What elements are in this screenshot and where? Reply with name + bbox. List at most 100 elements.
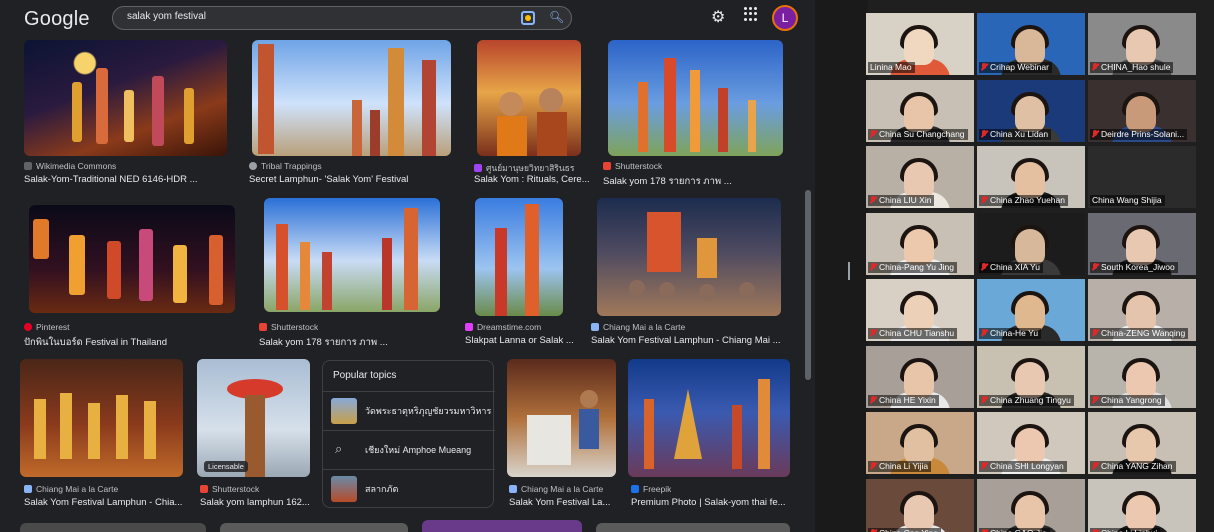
lens-icon[interactable] bbox=[521, 11, 535, 25]
result-image-7[interactable] bbox=[475, 198, 563, 316]
participant-name: China Wang Shijia bbox=[1090, 195, 1165, 206]
participant-tile[interactable]: China SHI Longyan bbox=[977, 412, 1085, 474]
participant-tile[interactable]: Linina Mao bbox=[866, 13, 974, 75]
result-image-6[interactable] bbox=[264, 198, 440, 312]
participant-tile[interactable]: China HE Yixin bbox=[866, 345, 974, 408]
participant-tile[interactable]: China Li Linhui bbox=[1088, 478, 1196, 532]
result-image-13[interactable] bbox=[20, 523, 206, 532]
participant-tile[interactable]: China-Pang Yu Jing bbox=[866, 212, 974, 275]
participant-tile[interactable]: Crihap Webinar bbox=[977, 13, 1085, 75]
result-image-9[interactable] bbox=[20, 359, 183, 477]
result-image-5[interactable] bbox=[29, 205, 235, 313]
participant-tile[interactable]: CHINA_Hao shule bbox=[1088, 13, 1196, 75]
search-icon: ⌕ bbox=[335, 441, 343, 456]
site-favicon bbox=[24, 162, 32, 170]
result-source-8[interactable]: Chiang Mai a la Carte bbox=[591, 322, 685, 332]
result-image-2[interactable] bbox=[252, 40, 451, 156]
result-caption-1[interactable]: Salak-Yom-Traditional NED 6146-HDR ... bbox=[24, 174, 224, 185]
result-image-12[interactable] bbox=[628, 359, 790, 477]
apps-grid-icon[interactable] bbox=[744, 7, 758, 21]
result-image-16[interactable] bbox=[596, 523, 790, 532]
participant-name: China SHI Longyan bbox=[979, 461, 1067, 472]
result-source-1[interactable]: Wikimedia Commons bbox=[24, 161, 116, 171]
participant-tile[interactable]: China Li Yijia bbox=[866, 412, 974, 474]
monks-photo bbox=[497, 88, 567, 156]
participant-face bbox=[1126, 95, 1156, 132]
participant-tile[interactable]: China Zhuang Tingyu bbox=[977, 345, 1085, 408]
licensable-badge: Licensable bbox=[204, 461, 248, 472]
site-favicon bbox=[474, 164, 482, 172]
participant-tile[interactable]: China-He Yu bbox=[977, 279, 1085, 341]
site-favicon bbox=[591, 323, 599, 331]
participant-tile[interactable]: China Cao Ying bbox=[866, 478, 974, 532]
muted-mic-icon bbox=[981, 196, 987, 204]
result-image-3[interactable] bbox=[477, 40, 581, 156]
participant-tile[interactable]: China YANG Zihan bbox=[1088, 412, 1196, 474]
participant-name-text: China HE Yixin bbox=[879, 394, 936, 405]
result-source-6[interactable]: Shutterstock bbox=[259, 322, 318, 332]
participant-tile[interactable]: South Korea_Jiwoo bbox=[1088, 212, 1196, 275]
result-source-12[interactable]: Freepik bbox=[631, 484, 671, 494]
result-caption-12[interactable]: Premium Photo | Salak-yom thai fe... bbox=[631, 497, 796, 508]
result-source-7[interactable]: Dreamstime.com bbox=[465, 322, 541, 332]
participant-name-text: China Zhuang Tingyu bbox=[990, 394, 1071, 405]
participant-tile[interactable]: China CHU Tianshu bbox=[866, 279, 974, 341]
result-source-9[interactable]: Chiang Mai a la Carte bbox=[24, 484, 118, 494]
gear-icon[interactable]: ⚙ bbox=[711, 7, 725, 27]
result-caption-9[interactable]: Salak Yom Festival Lamphun - Chia... bbox=[24, 497, 184, 508]
result-caption-6[interactable]: Salak yom 178 รายการ ภาพ ... bbox=[259, 335, 449, 350]
participant-tile[interactable]: China-ZENG Wanqing bbox=[1088, 279, 1196, 341]
result-image-4[interactable] bbox=[608, 40, 783, 156]
result-source-10[interactable]: Shutterstock bbox=[200, 484, 259, 494]
result-caption-7[interactable]: Slakpat Lanna or Salak ... bbox=[465, 335, 580, 346]
popular-topic-3[interactable]: สลากภัต bbox=[323, 469, 495, 507]
search-box[interactable]: salak yom festival 🔍︎ bbox=[112, 6, 572, 30]
participant-tile[interactable]: China Zhao Yuehan bbox=[977, 146, 1085, 208]
participant-tile[interactable]: China XIA Yu bbox=[977, 212, 1085, 275]
participant-tile[interactable]: Deirdre Prins-Solani... bbox=[1088, 79, 1196, 142]
result-caption-10[interactable]: Salak yom lamphun 162... bbox=[200, 497, 312, 508]
result-image-1[interactable] bbox=[24, 40, 227, 156]
search-input[interactable]: salak yom festival bbox=[127, 11, 206, 22]
participant-tile[interactable]: China Xu Lidan bbox=[977, 79, 1085, 142]
result-image-15[interactable] bbox=[422, 520, 582, 532]
result-source-3[interactable]: ศูนย์มานุษยวิทยาสิรินธร bbox=[474, 161, 592, 175]
participant-tile[interactable]: China GAO Jie bbox=[977, 478, 1085, 532]
result-image-11[interactable] bbox=[507, 359, 616, 477]
result-caption-8[interactable]: Salak Yom Festival Lamphun - Chiang Mai … bbox=[591, 335, 791, 346]
participant-name-text: China-He Yu bbox=[990, 328, 1039, 338]
participant-name: China-ZENG Wanqing bbox=[1090, 328, 1189, 339]
participant-name: Crihap Webinar bbox=[979, 62, 1052, 73]
search-icon[interactable]: 🔍︎ bbox=[549, 10, 564, 24]
result-caption-3[interactable]: Salak Yom : Rituals, Cere... bbox=[474, 174, 594, 185]
result-caption-2[interactable]: Secret Lamphun- 'Salak Yom' Festival bbox=[249, 174, 459, 185]
participant-tile[interactable]: China Wang Shijia bbox=[1088, 146, 1196, 208]
participant-face bbox=[904, 162, 934, 198]
participant-name-text: China Yangrong bbox=[1101, 394, 1162, 405]
result-source-2[interactable]: Tribal Trappings bbox=[249, 161, 322, 171]
participant-tile[interactable]: China LIU Xin bbox=[866, 146, 974, 208]
popular-topic-2[interactable]: ⌕ เชียงใหม่ Amphoe Mueang bbox=[323, 430, 495, 468]
muted-mic-icon bbox=[981, 63, 987, 71]
result-image-14[interactable] bbox=[220, 523, 408, 532]
result-image-8[interactable] bbox=[597, 198, 781, 316]
google-logo[interactable]: Google bbox=[24, 8, 90, 31]
participant-tile[interactable]: China Su Changchang bbox=[866, 79, 974, 142]
account-avatar[interactable]: L bbox=[772, 5, 798, 31]
site-favicon bbox=[631, 485, 639, 493]
result-source-5[interactable]: Pinterest bbox=[24, 322, 70, 332]
scrollbar[interactable] bbox=[805, 190, 811, 380]
muted-mic-icon bbox=[1092, 462, 1098, 470]
result-caption-4[interactable]: Salak yom 178 รายการ ภาพ ... bbox=[603, 174, 783, 189]
participant-name: China Yangrong bbox=[1090, 394, 1165, 406]
participant-name: China-Pang Yu Jing bbox=[868, 261, 957, 273]
popular-topic-1[interactable]: วัดพระธาตุหริภุญชัยวรมหาวิหาร bbox=[323, 391, 495, 429]
result-source-11[interactable]: Chiang Mai a la Carte bbox=[509, 484, 603, 494]
result-caption-5[interactable]: ปักพินในบอร์ด Festival in Thailand bbox=[24, 335, 234, 350]
muted-mic-icon bbox=[1092, 262, 1098, 271]
result-source-4[interactable]: Shutterstock bbox=[603, 161, 662, 171]
participant-tile[interactable]: China Yangrong bbox=[1088, 345, 1196, 408]
resize-handle[interactable] bbox=[848, 262, 850, 280]
result-image-10[interactable] bbox=[197, 359, 310, 477]
result-caption-11[interactable]: Salak Yom Festival La... bbox=[509, 497, 619, 508]
